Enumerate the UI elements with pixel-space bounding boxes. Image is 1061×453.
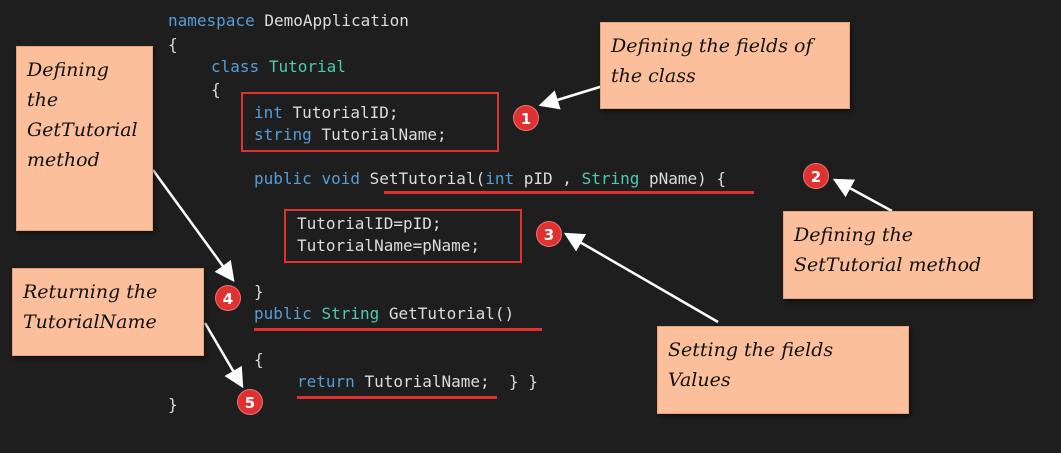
note-defining-gettutorial: Defining the GetTutorial method [16,46,153,231]
note-returning-tutorialname: Returning the TutorialName [12,268,204,356]
badge-4: 4 [215,285,241,311]
note-setting-fields-values: Setting the fields Values [657,326,909,414]
badge-2: 2 [803,163,829,189]
arrow-setting-values [563,232,719,324]
arrow-returning [203,322,244,389]
badge-1: 1 [513,105,539,131]
badge-3: 3 [536,221,562,247]
note-defining-fields: Defining the fields of the class [600,22,850,109]
diagram-canvas: namespace DemoApplication { class Tutori… [0,0,1061,453]
arrow-set-method [832,178,893,213]
arrow-fields [538,84,604,110]
note-defining-settutorial: Defining the SetTutorial method [783,211,1033,299]
badge-5: 5 [237,389,263,415]
arrow-get-method [151,169,235,283]
